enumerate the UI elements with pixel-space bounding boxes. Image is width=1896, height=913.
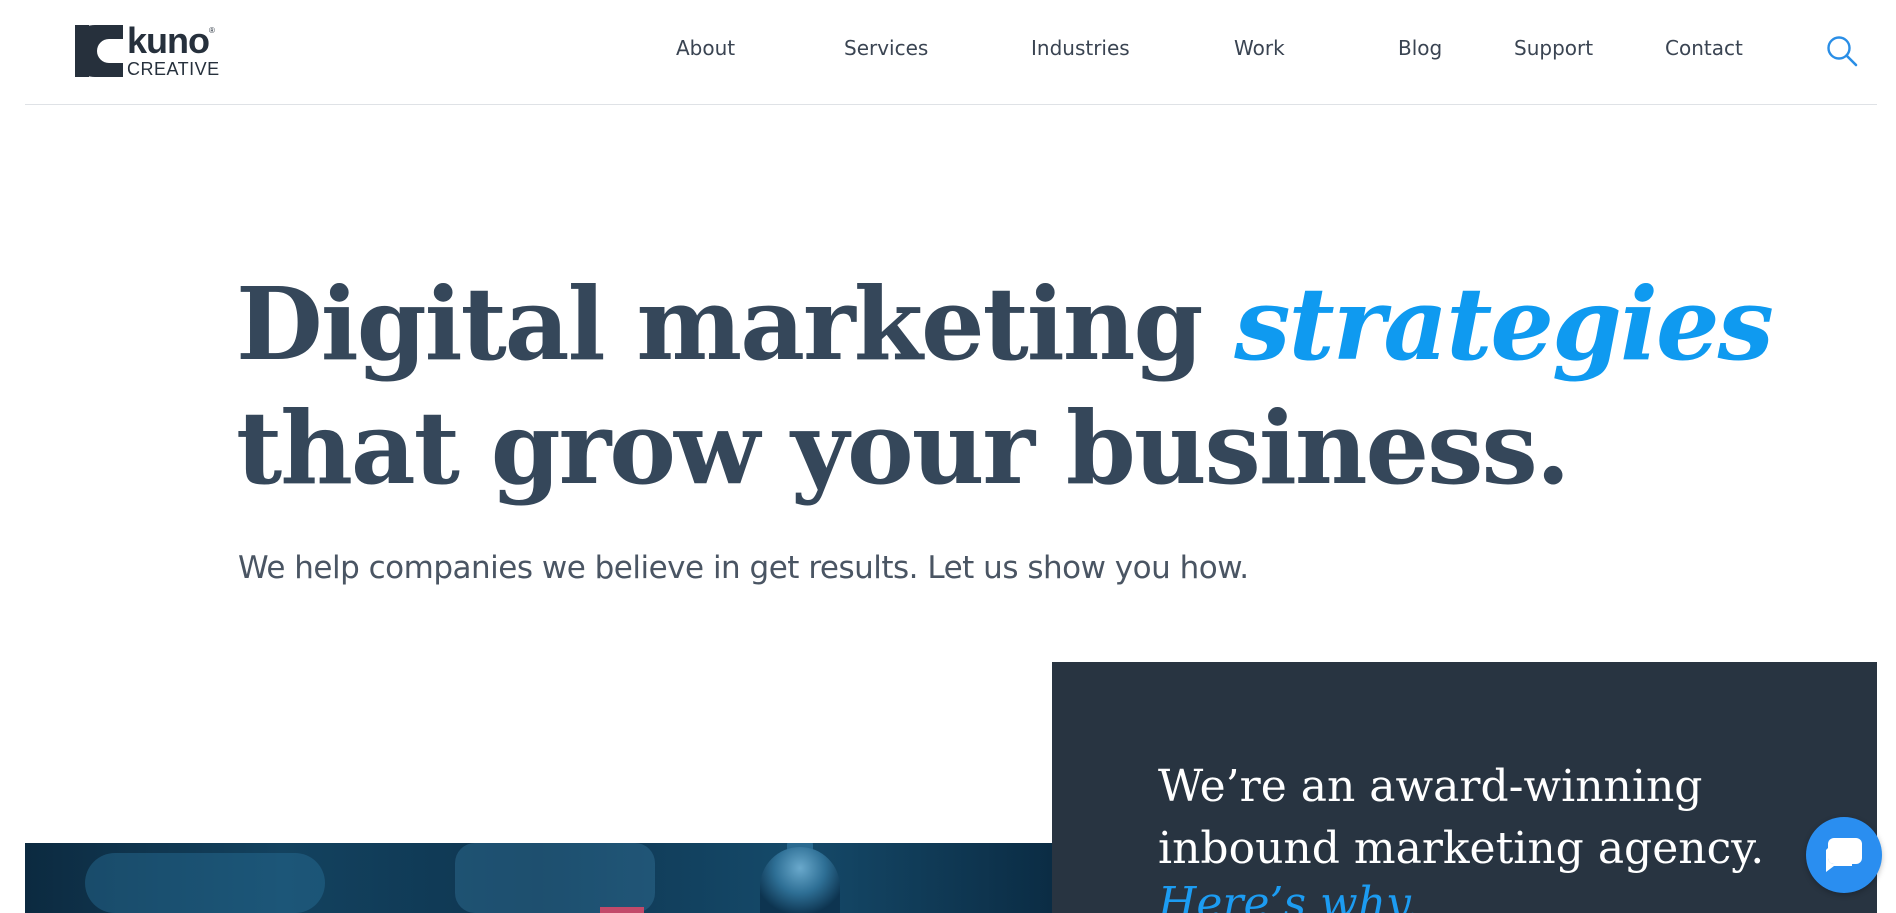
nav-blog[interactable]: Blog	[1398, 36, 1442, 60]
award-text: We’re an award-winning inbound marketing…	[1158, 761, 1765, 874]
nav-about[interactable]: About	[676, 36, 735, 60]
nav-services[interactable]: Services	[844, 36, 928, 60]
logo-word-text: kuno	[127, 19, 210, 61]
award-panel: We’re an award-winning inbound marketing…	[1052, 662, 1877, 913]
hero-title: Digital marketing strategies that grow y…	[236, 262, 1774, 510]
site-header: kuno® CREATIVE About Services Industries…	[25, 0, 1877, 105]
chat-icon	[1826, 838, 1862, 872]
image-blur-shape	[85, 853, 325, 913]
nav-contact[interactable]: Contact	[1665, 36, 1743, 60]
nav-support[interactable]: Support	[1514, 36, 1593, 60]
chat-button[interactable]	[1806, 817, 1882, 893]
logo-text: kuno® CREATIVE	[127, 19, 220, 79]
search-icon[interactable]	[1825, 34, 1859, 68]
logo-mark-icon	[75, 25, 123, 77]
logo[interactable]: kuno® CREATIVE	[75, 19, 225, 79]
hero-subtitle: We help companies we believe in get resu…	[238, 550, 1249, 586]
hero-title-line2: that grow your business.	[236, 389, 1571, 507]
logo-subtitle: CREATIVE	[127, 58, 220, 79]
nav-industries[interactable]: Industries	[1031, 36, 1130, 60]
nav-work[interactable]: Work	[1234, 36, 1285, 60]
image-blur-shape	[455, 843, 655, 913]
hero-image	[25, 843, 1052, 913]
logo-word: kuno®	[127, 19, 220, 61]
heres-why-link[interactable]: Here’s why.	[1158, 878, 1419, 913]
image-accent-shape	[600, 907, 644, 913]
hero-title-text: Digital marketing	[236, 265, 1203, 383]
registered-mark: ®	[209, 25, 215, 35]
page: kuno® CREATIVE About Services Industries…	[0, 0, 1896, 913]
image-knob-shape	[760, 847, 840, 913]
hero-title-line1: Digital marketing strategies	[236, 262, 1774, 386]
hero-title-accent: strategies	[1234, 265, 1774, 383]
